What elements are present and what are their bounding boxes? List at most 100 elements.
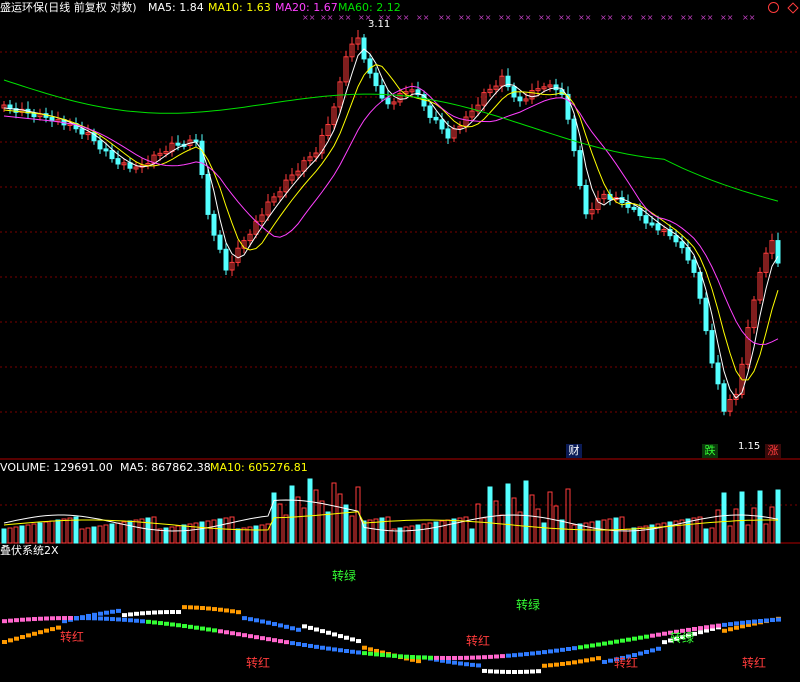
indicator-band-signal (602, 641, 607, 646)
indicator-band-signal (80, 616, 85, 621)
indicator-band-main (476, 663, 481, 668)
indicator-band-signal (728, 622, 733, 627)
indicator-band-main (494, 669, 499, 674)
candle-body (109, 149, 115, 160)
candle-body (583, 185, 589, 215)
indicator-band-main (488, 669, 493, 674)
volume-bar (523, 480, 529, 544)
volume-bar (157, 528, 163, 544)
indicator-band-signal (746, 620, 751, 625)
volume-bar (553, 505, 559, 544)
search-icon[interactable] (768, 2, 779, 13)
indicator-band-main (2, 640, 7, 644)
event-marker: ×× (458, 13, 471, 22)
candle-body (367, 58, 373, 74)
volume-bar (589, 521, 595, 544)
volume-bar (145, 517, 151, 544)
indicator-band-signal (548, 649, 553, 654)
event-marker: ×× (478, 13, 491, 22)
indicator-band-signal (314, 644, 319, 649)
volume-bar (367, 519, 373, 544)
finance-badge[interactable]: 财 (566, 444, 582, 458)
candle-body (385, 97, 391, 105)
indicator-band-signal (506, 653, 511, 658)
indicator-band-signal (170, 622, 175, 627)
indicator-band-signal (296, 642, 301, 647)
indicator-band-signal (488, 654, 493, 659)
volume-bar (499, 514, 505, 544)
indicator-band-main (146, 610, 151, 615)
indicator-band-signal (92, 616, 97, 621)
indicator-band-signal (446, 655, 451, 660)
volume-bar (715, 509, 721, 544)
indicator-band-main (560, 661, 565, 666)
indicator-band-main (218, 607, 223, 612)
candle-body (703, 297, 709, 332)
volume-bar (565, 488, 571, 544)
indicator-band-main (452, 660, 457, 665)
limit-up-badge[interactable]: 涨 (765, 444, 781, 458)
indicator-band-signal (734, 621, 739, 626)
indicator-band-signal (590, 643, 595, 648)
ma10-line (3, 64, 779, 381)
volume-bar (19, 525, 25, 544)
signal-turn-red-2: 转红 (246, 656, 271, 670)
candle-body (439, 119, 445, 130)
indicator-band-signal (212, 628, 217, 633)
volume-bar (349, 515, 355, 544)
indicator-band-signal (50, 616, 55, 621)
indicator-band-main (644, 649, 649, 654)
price-chart-canvas[interactable]: ×× ×× ×× ×× ×× ×× ×× ×× ×× ×× ×× ×× ×× ×× ×× ×× ×× ×× ×× ××… (0, 0, 800, 682)
volume-bar (697, 516, 703, 544)
indicator-band-main (350, 637, 355, 642)
candle-body (427, 105, 433, 118)
volume-bar (43, 521, 49, 544)
indicator-band-signal (434, 655, 439, 660)
ma5-line (3, 48, 779, 399)
indicator-band-signal (542, 650, 547, 655)
volume-bar (331, 482, 337, 544)
volume-bar (421, 523, 427, 544)
candle-body (517, 96, 523, 102)
indicator-band-signal (236, 632, 241, 637)
volume-readout: VOLUME: 129691.00 (0, 461, 113, 474)
volume-bar (577, 523, 583, 544)
indicator-band-signal (614, 639, 619, 644)
event-marker: ×× (558, 13, 571, 22)
candle-body (115, 158, 121, 165)
limit-down-badge[interactable]: 跌 (702, 444, 718, 458)
indicator-band-signal (530, 651, 535, 656)
indicator-band-signal (464, 655, 469, 660)
indicator-band-signal (344, 649, 349, 654)
indicator-band-signal (626, 637, 631, 642)
volume-bar (115, 522, 121, 544)
indicator-band-main (212, 607, 217, 612)
indicator-band-signal (398, 654, 403, 659)
volume-bar (343, 504, 349, 544)
volume-bar (73, 516, 79, 544)
candle-body (679, 241, 685, 249)
indicator-band-signal (272, 638, 277, 643)
indicator-band-main (104, 610, 109, 615)
volume-bar (517, 511, 523, 544)
indicator-band-main (356, 639, 361, 644)
indicator-band-signal (98, 616, 103, 621)
indicator-band-main (320, 629, 325, 634)
indicator-band-signal (512, 653, 517, 658)
volume-bar (661, 522, 667, 544)
indicator-band-signal (254, 635, 259, 640)
indicator-band-main (158, 610, 163, 615)
indicator-band-signal (248, 634, 253, 639)
volume-bar (103, 524, 109, 544)
volume-bar (727, 525, 733, 544)
indicator-band-main (50, 627, 55, 632)
candle-body (649, 222, 655, 226)
volume-bar (91, 526, 97, 544)
volume-bar (37, 522, 43, 544)
volume-bar (79, 528, 85, 544)
indicator-band-main (470, 662, 475, 667)
indicator-band-signal (308, 643, 313, 648)
volume-bar (439, 520, 445, 544)
volume-bar (169, 526, 175, 544)
indicator-band-main (338, 634, 343, 639)
